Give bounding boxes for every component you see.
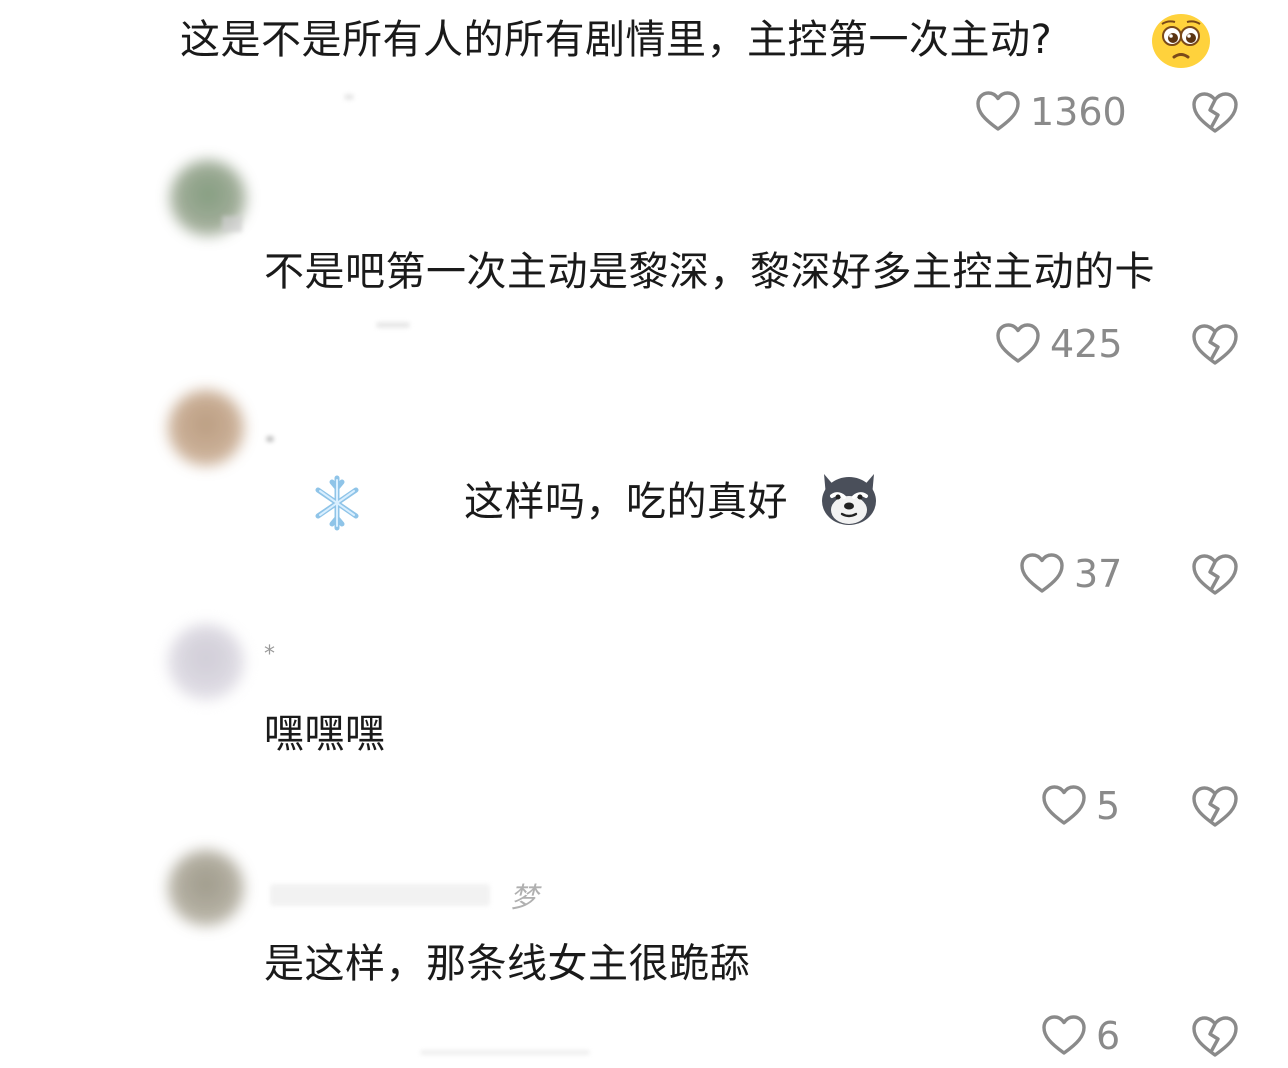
like-count: 425 — [1050, 322, 1123, 366]
like-count: 5 — [1096, 784, 1121, 828]
like-count: 37 — [1074, 552, 1123, 596]
like-count: 6 — [1096, 1014, 1121, 1058]
username-mark: 梦 — [510, 881, 539, 914]
avatar[interactable] — [168, 850, 244, 926]
username-blur — [266, 436, 274, 442]
heart-icon — [1020, 553, 1064, 593]
heart-icon — [996, 323, 1040, 363]
comment-text: 嘿嘿嘿 — [264, 711, 386, 757]
like-button[interactable]: 1360 — [974, 88, 1127, 136]
like-button[interactable]: 5 — [1040, 782, 1120, 830]
avatar-corner-mark — [222, 216, 242, 232]
broken-heart-icon[interactable] — [1190, 320, 1240, 370]
like-button[interactable]: 425 — [994, 320, 1123, 368]
comment-text: 这样吗，吃的真好 — [464, 479, 788, 525]
like-count: 1360 — [1030, 90, 1127, 134]
comment-text: 不是吧第一次主动是黎深，黎深好多主控主动的卡 — [264, 249, 1155, 295]
comment-text: 这是不是所有人的所有剧情里，主控第一次主动? — [180, 17, 1053, 63]
comment-text: 是这样，那条线女主很跪舔 — [264, 941, 750, 987]
username-mark: * — [264, 642, 275, 667]
like-button[interactable]: 6 — [1040, 1012, 1120, 1060]
heart-icon — [1042, 1015, 1086, 1055]
broken-heart-icon[interactable] — [1190, 88, 1240, 138]
broken-heart-icon[interactable] — [1190, 1012, 1240, 1062]
username-blur — [344, 94, 354, 100]
username-blur — [420, 1050, 590, 1055]
avatar[interactable] — [168, 390, 244, 466]
username-blur — [270, 884, 490, 906]
username-blur — [376, 322, 410, 328]
pleading-face-emoji — [1150, 12, 1212, 74]
broken-heart-icon[interactable] — [1190, 782, 1240, 832]
avatar[interactable] — [168, 624, 244, 700]
snowflake-sticker-icon — [310, 474, 364, 536]
heart-icon — [976, 91, 1020, 131]
like-button[interactable]: 37 — [1018, 550, 1122, 598]
broken-heart-icon[interactable] — [1190, 550, 1240, 600]
smirking-husky-emoji — [818, 470, 880, 532]
heart-icon — [1042, 785, 1086, 825]
